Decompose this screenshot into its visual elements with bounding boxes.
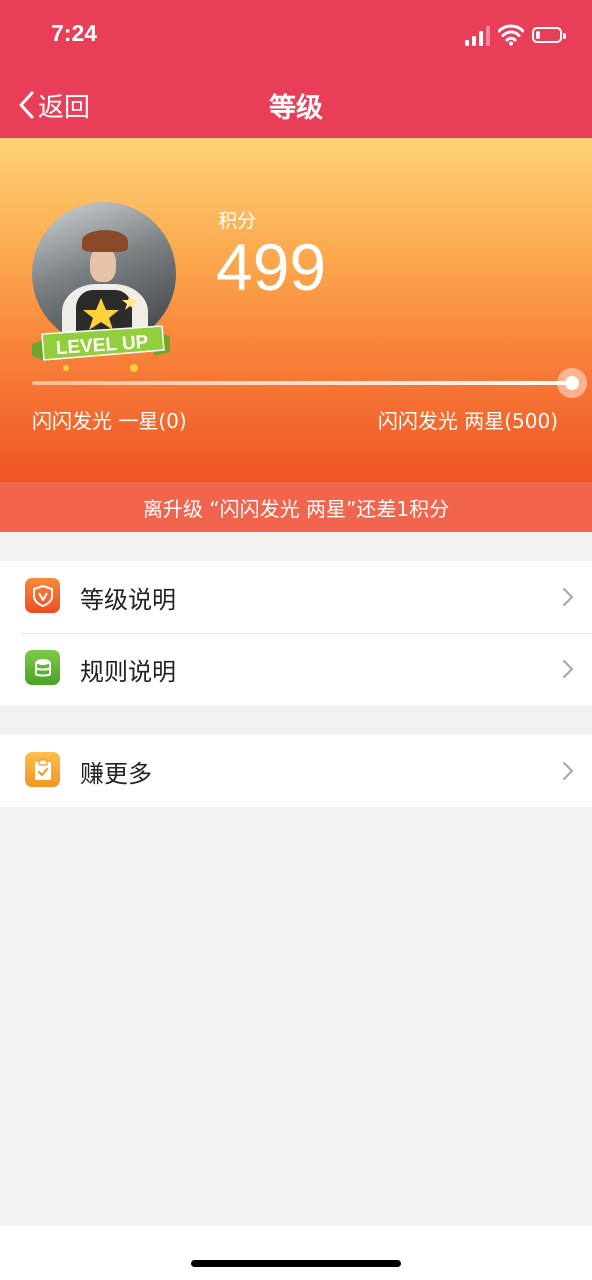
page-title: 等级 xyxy=(269,93,323,124)
next-level-label: 闪闪发光 两星(500) xyxy=(377,409,558,433)
chevron-right-icon xyxy=(563,660,574,678)
upgrade-hint-text: 离升级 “闪闪发光 两星”还差1积分 xyxy=(142,496,450,521)
level-progress-knob xyxy=(557,368,587,398)
wifi-icon xyxy=(498,24,524,46)
clipboard-check-icon xyxy=(25,752,60,787)
level-up-badge: LEVEL UP xyxy=(32,298,170,372)
shield-v-icon xyxy=(25,578,60,613)
menu-item-rules-explanation[interactable]: 规则说明 xyxy=(0,633,592,705)
menu-label-earn-more: 赚更多 xyxy=(80,759,152,788)
current-level-label: 闪闪发光 一星(0) xyxy=(32,409,187,433)
level-header: LEVEL UP 积分 499 闪闪发光 一星(0) 闪闪发光 两星(500) xyxy=(0,138,592,482)
upgrade-hint: 离升级 “闪闪发光 两星”还差1积分 xyxy=(0,482,592,532)
status-time: 7:24 xyxy=(51,20,98,46)
cellular-signal-icon xyxy=(465,26,493,46)
menu-item-earn-more[interactable]: 赚更多 xyxy=(0,735,592,807)
menu-group-info: 等级说明 规则说明 xyxy=(0,561,592,705)
home-indicator-area xyxy=(0,1226,592,1280)
points-label: 积分 xyxy=(218,210,257,232)
chevron-right-icon xyxy=(563,762,574,780)
top-bar: 7:24 返回 等级 xyxy=(0,0,592,138)
menu-label-rules-explanation: 规则说明 xyxy=(80,657,176,686)
menu-item-level-explanation[interactable]: 等级说明 xyxy=(0,561,592,633)
battery-icon xyxy=(532,27,566,43)
menu-label-level-explanation: 等级说明 xyxy=(80,585,176,614)
home-indicator[interactable] xyxy=(191,1260,401,1267)
chevron-right-icon xyxy=(563,588,574,606)
menu-group-earn: 赚更多 xyxy=(0,735,592,807)
level-progress-track xyxy=(32,381,572,385)
coins-icon xyxy=(25,650,60,685)
level-progress-fill xyxy=(32,381,572,385)
points-value: 499 xyxy=(216,230,327,304)
